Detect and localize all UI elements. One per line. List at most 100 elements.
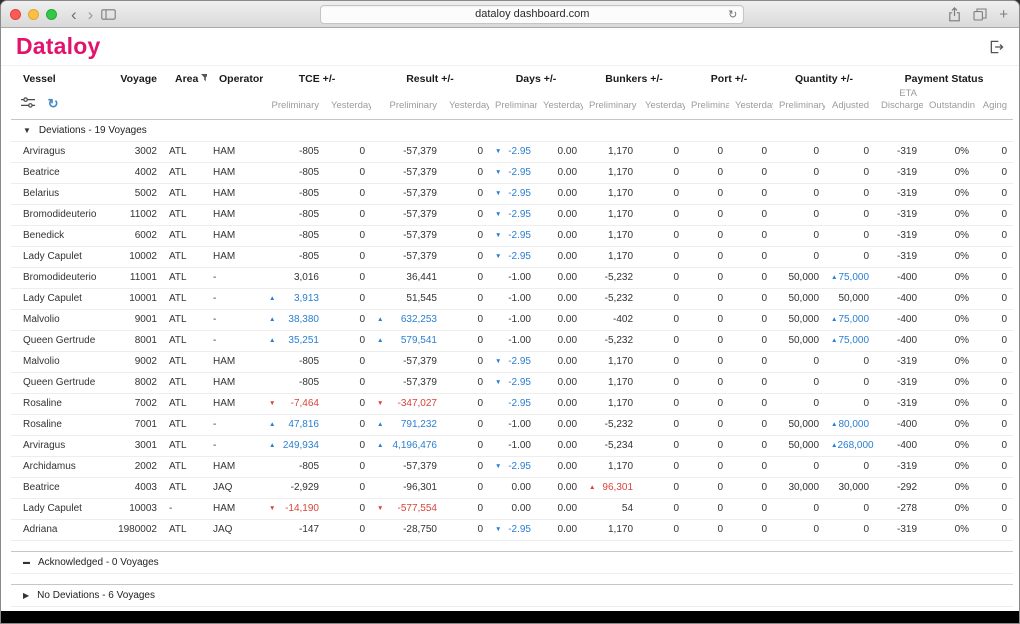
table-row[interactable]: Rosaline7001ATL-▲47,8160▲791,2320-1.000.… [11, 414, 1013, 435]
cell-content: 0 [645, 398, 679, 409]
table-row[interactable]: Lady Capulet10002ATLHAM-8050-57,3790▼-2.… [11, 246, 1013, 267]
tab-overview-icon[interactable] [101, 9, 116, 20]
cell-value: 96,301 [602, 482, 633, 493]
cell-content: 0 [691, 272, 723, 283]
col-subheader-aging[interactable]: Aging [975, 87, 1013, 119]
table-row[interactable]: Arviragus3001ATL-▲249,9340▲4,196,4760-1.… [11, 435, 1013, 456]
minimize-window-button[interactable] [28, 9, 39, 20]
filter-icon[interactable] [201, 73, 207, 85]
close-window-button[interactable] [10, 9, 21, 20]
cell-content: ▼-2.95 [495, 524, 531, 535]
col-group-payment-status[interactable]: Payment Status [875, 66, 1013, 87]
cell-area: - [163, 498, 207, 519]
col-subheader-eta-discharge[interactable]: ETA Discharge [875, 87, 923, 119]
back-button[interactable]: ‹ [71, 6, 77, 23]
cell-area: ATL [163, 351, 207, 372]
col-group-tce[interactable]: TCE +/- [263, 66, 371, 87]
cell-port-preliminary: 0 [685, 246, 729, 267]
section-header-row[interactable]: ▼Deviations - 19 Voyages [11, 119, 1013, 141]
cell-area: ATL [163, 288, 207, 309]
cell-value: 0.00 [558, 272, 577, 283]
table-row[interactable]: Beatrice4003ATLJAQ-2,9290-96,30100.000.0… [11, 477, 1013, 498]
address-bar[interactable]: dataloy dashboard.com ↻ [320, 5, 744, 24]
delta-up-icon: ▲ [831, 275, 837, 282]
cell-days-yesterday: 0.00 [537, 246, 583, 267]
cell-eta-discharge: -400 [875, 330, 923, 351]
col-subheader-days-yesterday[interactable]: Yesterday [537, 87, 583, 119]
table-row[interactable]: Bromodideuterio11001ATL-3,016036,4410-1.… [11, 267, 1013, 288]
cell-aging: 0 [975, 519, 1013, 540]
column-settings-icon[interactable] [21, 97, 35, 108]
col-group-port[interactable]: Port +/- [685, 66, 773, 87]
new-tab-button[interactable]: + [999, 7, 1008, 22]
table-row[interactable]: Malvolio9001ATL-▲38,3800▲632,2530-1.000.… [11, 309, 1013, 330]
cell-content: -805 [269, 188, 319, 199]
col-group-bunkers[interactable]: Bunkers +/- [583, 66, 685, 87]
table-row[interactable]: Bromodideuterio11002ATLHAM-8050-57,3790▼… [11, 204, 1013, 225]
cell-value: 0 [717, 398, 723, 409]
cell-content: 0 [981, 230, 1007, 241]
cell-content: 0% [929, 440, 969, 451]
cell-value: 0 [863, 146, 869, 157]
expand-icon[interactable]: ▶ [23, 591, 29, 600]
table-row[interactable]: Arviragus3002ATLHAM-8050-57,3790▼-2.950.… [11, 141, 1013, 162]
reload-button[interactable]: ↻ [728, 8, 737, 21]
forward-button[interactable]: › [88, 6, 94, 23]
cell-content: -57,379 [377, 230, 437, 241]
cell-content: 0 [331, 146, 365, 157]
tabs-icon[interactable] [973, 8, 987, 21]
share-icon[interactable] [948, 7, 961, 22]
table-row[interactable]: Rosaline7002ATLHAM▼-7,4640▼-347,0270-2.9… [11, 393, 1013, 414]
table-row[interactable]: Queen Gertrude8002ATLHAM-8050-57,3790▼-2… [11, 372, 1013, 393]
table-row[interactable]: Beatrice4002ATLHAM-8050-57,3790▼-2.950.0… [11, 162, 1013, 183]
cell-days-preliminary: -1.00 [489, 414, 537, 435]
cell-operator: JAQ [207, 477, 263, 498]
col-subheader-outstanding[interactable]: Outstanding [923, 87, 975, 119]
col-group-quantity[interactable]: Quantity +/- [773, 66, 875, 87]
cell-value: -319 [897, 356, 917, 367]
col-subheader-tce-preliminary[interactable]: Preliminary [263, 87, 325, 119]
col-group-voyage[interactable]: Voyage [101, 66, 163, 87]
cell-value: 0% [955, 461, 969, 472]
col-subheader-bunkers-preliminary[interactable]: Preliminary [583, 87, 639, 119]
col-group-result[interactable]: Result +/- [371, 66, 489, 87]
cell-bunkers-preliminary: -5,232 [583, 330, 639, 351]
cell-content: 0 [691, 419, 723, 430]
col-subheader-port-preliminary[interactable]: Preliminary [685, 87, 729, 119]
col-group-vessel[interactable]: Vessel [11, 66, 101, 87]
table-row[interactable]: Belarius5002ATLHAM-8050-57,3790▼-2.950.0… [11, 183, 1013, 204]
cell-value: -5,232 [605, 419, 633, 430]
cell-value: 0 [717, 230, 723, 241]
cell-value: 0.00 [558, 314, 577, 325]
refresh-icon[interactable]: ↻ [48, 96, 59, 112]
col-subheader-port-yesterday[interactable]: Yesterday [729, 87, 773, 119]
col-group-days[interactable]: Days +/- [489, 66, 583, 87]
col-subheader-tce-yesterday[interactable]: Yesterday [325, 87, 371, 119]
table-row[interactable]: Lady Capulet10001ATL-▲3,913051,5450-1.00… [11, 288, 1013, 309]
logout-icon[interactable] [989, 40, 1004, 54]
delta-down-icon: ▼ [495, 464, 501, 471]
table-row[interactable]: Queen Gertrude8001ATL-▲35,2510▲579,5410-… [11, 330, 1013, 351]
col-subheader-days-preliminary[interactable]: Preliminary [489, 87, 537, 119]
table-row[interactable]: Archidamus2002ATLHAM-8050-57,3790▼-2.950… [11, 456, 1013, 477]
col-subheader-quantity-preliminary[interactable]: Preliminary [773, 87, 825, 119]
col-subheader-result-yesterday[interactable]: Yesterday [443, 87, 489, 119]
dash-icon[interactable]: ▬ [23, 559, 30, 566]
section-header-row[interactable]: ▶No Deviations - 6 Voyages [11, 584, 1013, 606]
table-row[interactable]: Malvolio9002ATLHAM-8050-57,3790▼-2.950.0… [11, 351, 1013, 372]
fullscreen-window-button[interactable] [46, 9, 57, 20]
table-row[interactable]: Lady Capulet10003-HAM▼-14,1900▼-577,5540… [11, 498, 1013, 519]
col-subheader-bunkers-yesterday[interactable]: Yesterday [639, 87, 685, 119]
collapse-icon[interactable]: ▼ [23, 126, 31, 135]
cell-content: -805 [269, 461, 319, 472]
table-row[interactable]: Adriana1980002ATLJAQ-1470-28,7500▼-2.950… [11, 519, 1013, 540]
section-header-row[interactable]: ▬Acknowledged - 0 Voyages [11, 551, 1013, 573]
col-subheader-quantity-adjusted[interactable]: Adjusted [825, 87, 875, 119]
cell-area: ATL [163, 183, 207, 204]
col-subheader-result-preliminary[interactable]: Preliminary [371, 87, 443, 119]
col-group-area[interactable]: Area [163, 66, 207, 87]
col-group-operator[interactable]: Operator [207, 66, 263, 87]
cell-outstanding: 0% [923, 141, 975, 162]
table-row[interactable]: Benedick6002ATLHAM-8050-57,3790▼-2.950.0… [11, 225, 1013, 246]
cell-tce-yesterday: 0 [325, 183, 371, 204]
